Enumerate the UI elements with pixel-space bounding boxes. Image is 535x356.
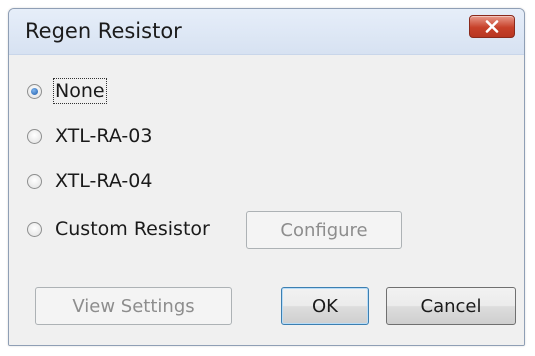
- configure-button[interactable]: Configure: [246, 211, 402, 249]
- cancel-button[interactable]: Cancel: [386, 287, 516, 325]
- radio-label-custom-resistor: Custom Resistor: [55, 218, 210, 240]
- radio-button-custom-resistor[interactable]: [27, 221, 42, 237]
- radio-option-none[interactable]: None: [27, 77, 107, 105]
- ok-button[interactable]: OK: [281, 287, 369, 325]
- close-icon: [485, 20, 499, 33]
- title-bar[interactable]: Regen Resistor: [9, 9, 524, 55]
- radio-option-custom-resistor[interactable]: Custom Resistor: [27, 215, 210, 243]
- radio-label-none: None: [53, 78, 107, 104]
- view-settings-button[interactable]: View Settings: [35, 287, 232, 325]
- dialog-content: None XTL-RA-03 XTL-RA-04 Custom Resistor…: [9, 55, 524, 345]
- radio-label-xtl-ra-03: XTL-RA-03: [55, 125, 153, 147]
- radio-option-xtl-ra-04[interactable]: XTL-RA-04: [27, 167, 152, 195]
- radio-option-xtl-ra-03[interactable]: XTL-RA-03: [27, 122, 152, 150]
- radio-button-xtl-ra-03[interactable]: [27, 128, 42, 144]
- radio-label-xtl-ra-04: XTL-RA-04: [55, 170, 153, 192]
- regen-resistor-dialog: Regen Resistor None XTL-RA-03 XTL-RA-04 …: [8, 8, 525, 346]
- radio-button-xtl-ra-04[interactable]: [27, 173, 42, 189]
- close-button[interactable]: [469, 15, 515, 38]
- dialog-title: Regen Resistor: [25, 19, 182, 43]
- radio-button-none[interactable]: [27, 83, 42, 99]
